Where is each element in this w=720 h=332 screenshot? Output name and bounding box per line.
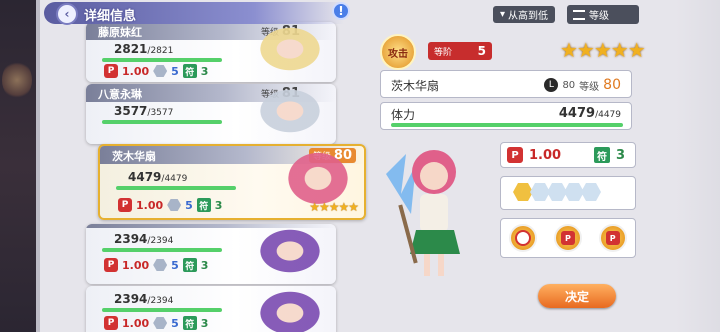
talisman-icon: 符 [593,147,610,163]
cost-value: 1.00 [122,64,150,78]
character-card[interactable]: 2394/2394 P 1.00 5 符 3 [86,224,336,284]
rank-badge: 等阶 5 [428,42,492,60]
crystal-slots [500,176,636,210]
level-value: 80 [603,77,621,93]
cost-value: 1.00 [529,147,562,163]
character-sprite [376,134,486,284]
talisman-value: 3 [214,198,223,212]
character-card[interactable]: 2394/2394 P 1.00 5 符 3 [86,286,336,332]
character-name: 八意永琳 [98,88,142,101]
hp-value: 3577/3577 [114,104,174,118]
triangle-down-icon: ▾ [499,9,506,20]
character-portrait [244,84,336,144]
hp-value: 4479/4479 [128,170,188,184]
crystal-icon [153,65,168,77]
talisman-icon: 符 [196,198,211,212]
hp-bar [391,123,623,127]
power-icon: P [507,147,523,163]
character-name: 藤原妹红 [98,26,142,39]
hp-value: 2821/2821 [114,42,174,56]
hp-value: 2394/2394 [114,292,174,306]
character-portrait [244,22,336,82]
hp-bar [116,186,236,190]
skill-target-button[interactable] [509,224,538,252]
skill-row: P P [500,218,636,258]
talisman-value: 3 [200,316,209,330]
stat-row: P 1.00 5 符 3 [104,316,208,330]
hp-bar [102,308,222,312]
crosshair-icon [515,230,532,246]
crystal-value: 5 [171,316,179,330]
skill-power-up-button[interactable]: P [598,224,627,252]
star-rating: ★★★★★ [560,38,646,62]
power-icon: P [118,198,132,212]
cost-value: 1.00 [122,258,150,272]
stat-row: P 1.00 5 符 3 [104,64,208,78]
star-rating: ★★★★★ [309,200,359,214]
chevron-left-icon: ‹ [64,7,70,21]
sort-label: 从高到低 [508,11,549,22]
talisman-icon: 符 [182,258,197,272]
skill-power-button[interactable]: P [553,224,582,252]
hp-bar [102,248,222,252]
sort-key-label: 等级 [589,11,609,22]
talisman-value: 3 [615,147,625,163]
crystal-value: 5 [171,258,179,272]
power-icon: P [104,258,118,272]
stat-row: P 1.00 5 符 3 [104,258,208,272]
crystal-slot-icon [581,183,601,201]
cost-value: 1.00 [136,198,164,212]
talisman-value: 3 [200,64,209,78]
confirm-button[interactable]: 决定 [538,284,616,308]
crystal-icon [153,317,168,329]
crystal-value: 5 [171,64,179,78]
crystal-icon [153,259,168,271]
power-icon: P [560,231,575,245]
hp-bar [102,120,222,124]
game-screen: 藤原妹红 等级 81 2821/2821 P 1.00 5 符 3 八意永琳 等… [0,0,720,332]
hp-label: 体力 [391,108,416,122]
talisman-icon: 符 [182,64,197,78]
sort-key-button[interactable]: 等级 [567,5,639,24]
page-title: 详细信息 [84,9,137,24]
menu-icon [573,9,585,20]
talisman-value: 3 [200,258,209,272]
stat-row: P 1.00 5 符 3 [118,198,222,212]
level-info: L 80 等级 80 [544,77,621,93]
hp-row: 体力 4479/4479 [380,102,632,130]
level-label: 等级 [579,81,600,93]
crystal-icon [167,199,182,211]
level-cap: 80 [562,79,576,91]
character-list[interactable]: 藤原妹红 等级 81 2821/2821 P 1.00 5 符 3 八意永琳 等… [40,0,375,332]
character-portrait [244,224,336,284]
info-button[interactable]: ! [332,2,350,20]
talisman-icon: 符 [182,316,197,330]
crystal-value: 5 [185,198,193,212]
right-edge-decoration [676,0,720,332]
cost-value: 1.00 [122,316,150,330]
power-icon: P [104,64,118,78]
detail-panel: 攻击 等阶 5 ★★★★★ 茨木华扇 L 80 等级 80 体力 4479/447… [376,34,666,326]
level-cap-icon: L [544,78,559,92]
power-icon: P [104,316,118,330]
back-button[interactable]: ‹ [56,3,78,25]
sort-order-button[interactable]: ▾ 从高到低 [493,6,555,23]
hp-value: 4479/4479 [558,106,621,121]
power-up-icon: P [605,231,620,245]
character-card[interactable]: 藤原妹红 等级 81 2821/2821 P 1.00 5 符 3 [86,22,336,82]
name-row: 茨木华扇 L 80 等级 80 [380,70,632,98]
side-decoration [0,0,36,332]
attack-type-icon: 攻击 [380,34,416,70]
character-name: 茨木华扇 [391,79,440,93]
character-card-selected[interactable]: 茨木华扇 等级 80 4479/4479 P 1.00 5 符 3 ★★★★★ [98,144,366,220]
character-card[interactable]: 八意永琳 等级 81 3577/3577 [86,84,336,144]
hp-value: 2394/2394 [114,232,174,246]
character-portrait [244,286,336,332]
cost-panel: P 1.00 符 3 [500,142,636,168]
character-name: 茨木华扇 [112,150,156,163]
hp-bar [102,58,222,62]
